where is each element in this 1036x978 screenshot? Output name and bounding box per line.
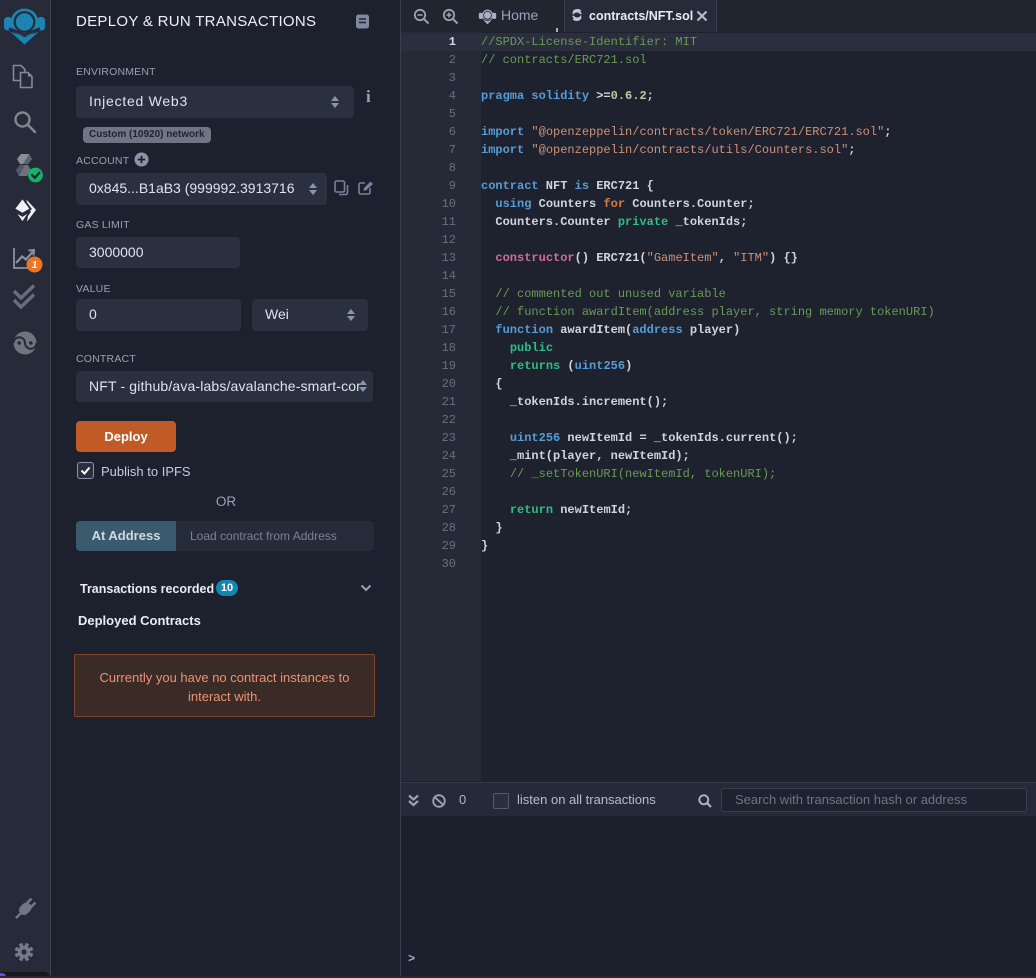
svg-text:1: 1 [32,260,38,271]
